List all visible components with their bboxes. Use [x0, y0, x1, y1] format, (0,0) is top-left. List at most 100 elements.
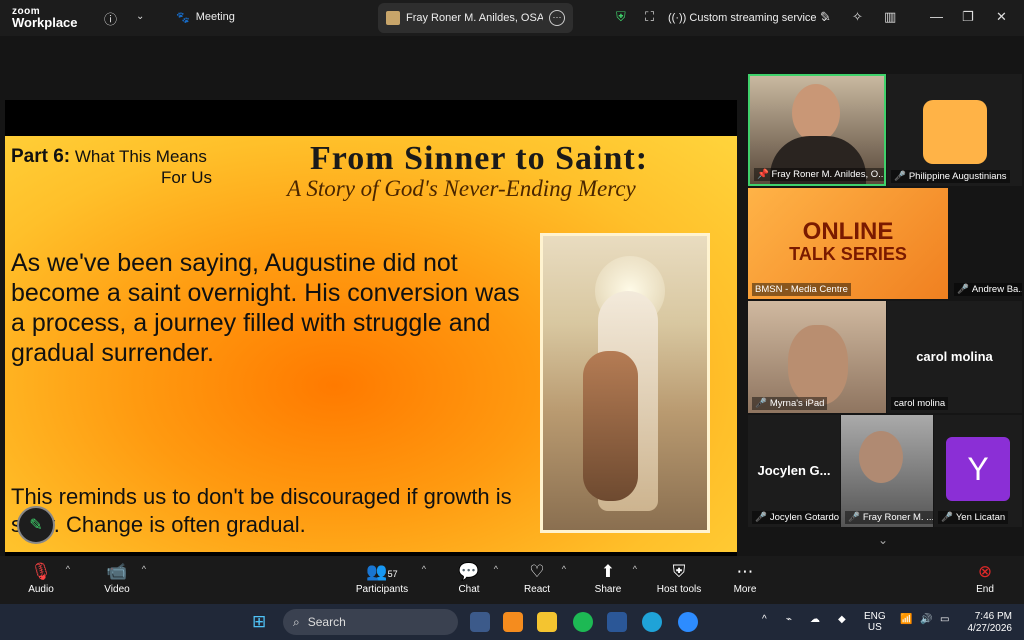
- part-title: What This Means: [74, 147, 207, 166]
- restore-icon[interactable]: ❐: [962, 9, 974, 25]
- chat-button[interactable]: 💬 Chat ^: [454, 560, 498, 595]
- mic-muted-icon: 🎤: [941, 512, 953, 523]
- minimize-icon[interactable]: —: [930, 9, 943, 24]
- host-tools-button[interactable]: ⛨ Host tools: [652, 560, 706, 595]
- participant-tile[interactable]: 🎤 Andrew Ba...: [950, 188, 1022, 299]
- task-view-icon[interactable]: [470, 612, 490, 632]
- participant-avatar: Y: [946, 437, 1010, 501]
- wifi-icon[interactable]: 📶: [900, 614, 912, 625]
- participant-name: 🎤 Jocylen Gotardo: [752, 511, 840, 524]
- participant-video-face: [859, 431, 903, 483]
- taskbar-search[interactable]: ⌕ Search: [283, 609, 458, 635]
- participant-tile[interactable]: 🎤 Philippine Augustinians: [887, 74, 1022, 186]
- end-button[interactable]: ⊗ End: [970, 560, 1000, 595]
- layout-icon[interactable]: ▥: [884, 9, 896, 25]
- slide-paragraph-1: As we've been saying, Augustine did not …: [11, 249, 520, 367]
- more-button[interactable]: ⋯ More: [730, 560, 760, 595]
- mic-muted-icon: 🎤: [957, 284, 969, 295]
- edge-icon[interactable]: [642, 612, 662, 632]
- shared-screen: Part 6: What This Means For Us From Sinn…: [5, 100, 737, 574]
- mic-muted-icon: 🎤: [894, 171, 906, 182]
- chevron-up-icon[interactable]: ^: [142, 564, 146, 574]
- meeting-tab[interactable]: 🐾 Meeting: [176, 11, 235, 24]
- expand-icon[interactable]: ⛶: [645, 9, 654, 25]
- video-button[interactable]: 📹 Video ^: [102, 560, 146, 595]
- painting-kneeling-man: [583, 351, 638, 501]
- zoom-app-icon[interactable]: [678, 612, 698, 632]
- streaming-label: Custom streaming service: [689, 12, 817, 24]
- tray-chevron-up-icon[interactable]: ^: [762, 614, 767, 625]
- chevron-up-icon[interactable]: ^: [562, 564, 566, 574]
- heart-icon: ♡: [529, 562, 545, 581]
- participants-count: 57: [387, 569, 398, 579]
- participant-name: 📌 Fray Roner M. Anildes, O...: [754, 168, 884, 181]
- participant-tile[interactable]: Y 🎤 Yen Licatan: [934, 415, 1022, 527]
- logo-bottom: Workplace: [12, 15, 78, 30]
- windows-start-icon[interactable]: ⊞: [252, 612, 266, 632]
- word-icon[interactable]: [607, 612, 627, 632]
- more-icon: ⋯: [736, 562, 754, 581]
- broadcast-icon: ((·)): [668, 12, 687, 24]
- participant-tile[interactable]: Jocylen G... 🎤 Jocylen Gotardo: [748, 415, 840, 527]
- react-button[interactable]: ♡ React ^: [522, 560, 566, 595]
- presenter-thumbnail-icon: [386, 11, 400, 25]
- close-icon[interactable]: ✕: [996, 9, 1007, 25]
- chevron-up-icon[interactable]: ^: [422, 564, 426, 574]
- streaming-menu[interactable]: ((·)) Custom streaming service ⌄: [668, 11, 829, 24]
- shield-icon: ⛨: [672, 562, 686, 581]
- meeting-label: Meeting: [195, 11, 235, 23]
- banner-talk-series: TALK SERIES: [789, 244, 907, 264]
- jesus-embrace-painting: [540, 233, 710, 533]
- spotify-icon[interactable]: [573, 612, 593, 632]
- shield-icon[interactable]: ⛨: [616, 9, 626, 25]
- participant-video-face: [792, 84, 840, 142]
- share-screen-tab[interactable]: Fray Roner M. Anildes, OSA's scre ···: [378, 3, 573, 33]
- chevron-down-icon[interactable]: ⌄: [136, 11, 144, 22]
- more-options-icon[interactable]: ···: [549, 10, 565, 26]
- zoom-logo: zoom Workplace: [12, 6, 78, 30]
- participant-tile[interactable]: carol molina carol molina: [887, 301, 1022, 413]
- share-button[interactable]: ⬆ Share ^: [593, 560, 637, 595]
- tray-cloud-icon[interactable]: ☁: [810, 614, 820, 625]
- mic-muted-icon: 🎤: [755, 398, 767, 409]
- file-explorer-icon[interactable]: [537, 612, 557, 632]
- participants-icon: 👥57: [366, 562, 398, 581]
- participants-button[interactable]: 👥57 Participants ^: [352, 560, 426, 595]
- participant-name: 🎤 Yen Licatan: [938, 511, 1009, 524]
- chat-icon: 💬: [458, 562, 480, 581]
- chevron-up-icon[interactable]: ^: [66, 564, 70, 574]
- clock[interactable]: 7:46 PM 4/27/2026: [958, 611, 1013, 635]
- share-tab-label: Fray Roner M. Anildes, OSA's scre: [406, 12, 543, 24]
- participant-name: carol molina: [891, 397, 949, 410]
- audio-button[interactable]: 🎙 Audio ^: [26, 560, 70, 595]
- participant-tile[interactable]: 📌 Fray Roner M. Anildes, O...: [748, 74, 886, 186]
- pin-icon: 📌: [757, 169, 772, 180]
- gallery-scroll-down-icon[interactable]: ⌄: [878, 533, 888, 547]
- edit-icon[interactable]: ✎: [820, 9, 831, 25]
- tray-app-icon[interactable]: ◆: [838, 614, 846, 625]
- share-screen-icon: ⬆: [600, 562, 616, 581]
- info-icon[interactable]: ⓘ: [104, 9, 117, 28]
- volume-icon[interactable]: 🔊: [920, 614, 932, 625]
- mic-muted-icon: 🎙: [30, 562, 52, 581]
- augustinians-logo: [923, 100, 987, 164]
- chevron-up-icon[interactable]: ^: [494, 564, 498, 574]
- chevron-up-icon[interactable]: ^: [633, 564, 637, 574]
- participant-video-face: [788, 325, 848, 405]
- language-indicator[interactable]: ENG US: [864, 611, 886, 633]
- paw-icon: 🐾: [176, 12, 190, 24]
- search-app-icon[interactable]: [503, 612, 523, 632]
- participant-tile[interactable]: 🎤 Fray Roner M. ...: [841, 415, 933, 527]
- participant-name: 🎤 Philippine Augustinians: [891, 170, 1010, 183]
- presentation-slide: Part 6: What This Means For Us From Sinn…: [5, 136, 737, 552]
- tray-network-icon[interactable]: ⌁: [786, 614, 792, 625]
- banner-online: ONLINE: [802, 218, 894, 245]
- sparkle-icon[interactable]: ✧: [852, 9, 863, 25]
- annotate-pen-button[interactable]: ✎: [17, 506, 55, 544]
- participant-name: 🎤 Fray Roner M. ...: [845, 511, 933, 524]
- participant-name: 🎤 Andrew Ba...: [954, 283, 1022, 296]
- battery-icon[interactable]: ▭: [940, 614, 949, 625]
- participant-tile[interactable]: ONLINE TALK SERIES BMSN - Media Centre: [748, 188, 948, 299]
- participant-tile[interactable]: 🎤 Myrna's iPad: [748, 301, 886, 413]
- participant-display-name: Jocylen G...: [757, 463, 831, 478]
